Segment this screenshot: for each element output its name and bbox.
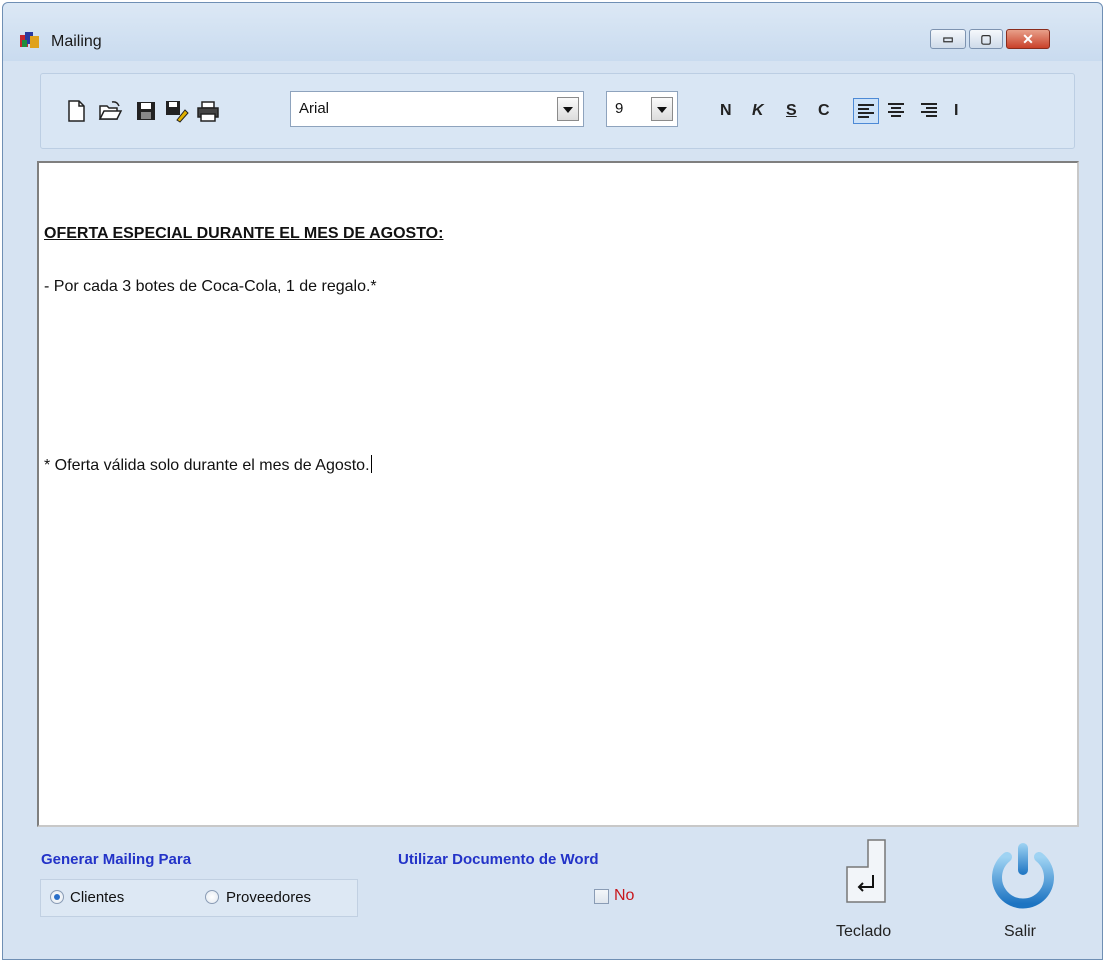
open-folder-icon[interactable] xyxy=(97,98,123,124)
align-left-icon xyxy=(858,104,874,118)
italic-button[interactable]: K xyxy=(752,102,764,120)
proveedores-label[interactable]: Proveedores xyxy=(226,889,311,906)
utilizar-word-label: Utilizar Documento de Word xyxy=(398,851,599,868)
message-editor[interactable]: OFERTA ESPECIAL DURANTE EL MES DE AGOSTO… xyxy=(37,161,1079,827)
formatting-toolbar: Arial 9 N K S C I xyxy=(40,73,1075,149)
word-checkbox-label[interactable]: No xyxy=(614,887,634,905)
power-icon[interactable] xyxy=(987,839,1059,911)
keyboard-key-icon[interactable] xyxy=(846,839,886,903)
close-icon: ✕ xyxy=(1022,30,1034,47)
clientes-label[interactable]: Clientes xyxy=(70,889,124,906)
maximize-button[interactable]: ▢ xyxy=(969,29,1003,49)
strikethrough-button[interactable]: C xyxy=(818,102,830,120)
recipient-radio-group: Clientes Proveedores xyxy=(40,879,358,917)
window-title: Mailing xyxy=(51,33,102,50)
align-center-button[interactable] xyxy=(884,98,910,124)
title-bar[interactable]: Mailing ▭ ▢ ✕ xyxy=(3,3,1102,61)
offer-line: - Por cada 3 botes de Coca-Cola, 1 de re… xyxy=(44,278,377,295)
align-right-icon xyxy=(921,103,937,117)
footnote-text: * Oferta válida solo durante el mes de A… xyxy=(44,457,370,474)
bold-button[interactable]: N xyxy=(720,102,732,120)
print-icon[interactable] xyxy=(195,98,221,124)
close-button[interactable]: ✕ xyxy=(1006,29,1050,49)
save-icon[interactable] xyxy=(133,98,159,124)
minimize-button[interactable]: ▭ xyxy=(930,29,966,49)
save-as-icon[interactable] xyxy=(163,98,189,124)
word-checkbox[interactable] xyxy=(594,889,609,904)
mailing-window: Mailing ▭ ▢ ✕ Arial 9 N K S C I OFERTA E… xyxy=(2,2,1103,960)
font-select[interactable]: Arial xyxy=(290,91,584,127)
font-size-value: 9 xyxy=(615,100,624,117)
align-left-button[interactable] xyxy=(853,98,879,124)
align-right-button[interactable] xyxy=(917,98,943,124)
proveedores-radio[interactable] xyxy=(205,890,219,904)
clientes-radio[interactable] xyxy=(50,890,64,904)
generar-mailing-label: Generar Mailing Para xyxy=(41,851,192,868)
maximize-icon: ▢ xyxy=(980,32,992,46)
offer-footnote: * Oferta válida solo durante el mes de A… xyxy=(44,455,372,475)
chevron-down-icon[interactable] xyxy=(557,97,579,121)
offer-heading: OFERTA ESPECIAL DURANTE EL MES DE AGOSTO… xyxy=(44,225,444,242)
text-caret xyxy=(370,455,372,473)
font-size-select[interactable]: 9 xyxy=(606,91,678,127)
indent-button[interactable]: I xyxy=(954,102,958,120)
chevron-down-icon[interactable] xyxy=(651,97,673,121)
underline-button[interactable]: S xyxy=(786,102,797,120)
app-icon xyxy=(20,32,39,48)
teclado-button[interactable]: Teclado xyxy=(836,923,891,941)
minimize-icon: ▭ xyxy=(942,32,954,46)
salir-button[interactable]: Salir xyxy=(1004,923,1036,941)
new-document-icon[interactable] xyxy=(63,98,89,124)
font-value: Arial xyxy=(299,100,330,117)
align-center-icon xyxy=(888,103,904,117)
